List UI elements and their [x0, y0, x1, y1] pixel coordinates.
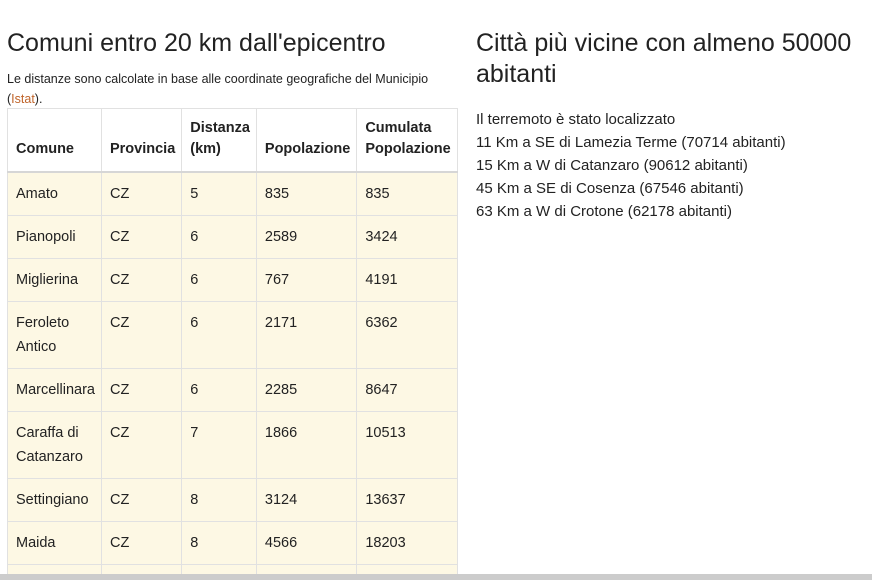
cell-distanza: 5 [181, 171, 257, 216]
cell-comune: Amato [7, 171, 102, 216]
section-title-nearest-cities: Città più vicine con almeno 50000 abitan… [476, 29, 852, 88]
cell-distanza: 6 [181, 215, 257, 259]
list-item: 45 Km a SE di Cosenza (67546 abitanti) [476, 180, 744, 197]
cell-provincia: CZ [100, 478, 183, 522]
cell-distanza: 8 [181, 521, 257, 565]
cell-provincia: CZ [100, 258, 183, 302]
table-row: Miglierina CZ 6 767 4191 [7, 258, 458, 302]
location-intro: Il terremoto è stato localizzato [476, 111, 676, 128]
table-row: Caraffa di Catanzaro CZ 7 1866 10513 [7, 411, 458, 479]
cell-popolazione: 1866 [255, 411, 358, 479]
table-row: Settingiano CZ 8 3124 13637 [7, 478, 458, 522]
cell-distanza: 6 [181, 258, 257, 302]
cell-cumulata: 6362 [356, 301, 458, 369]
table-row: Maida CZ 8 4566 18203 [7, 521, 458, 565]
cell-provincia: CZ [100, 301, 183, 369]
cell-comune: Feroleto Antico [7, 301, 102, 369]
cell-provincia: CZ [100, 368, 183, 412]
istat-link[interactable]: Istat [11, 92, 35, 106]
cell-cumulata: 18203 [356, 521, 458, 565]
column-header-provincia: Provincia [100, 108, 183, 173]
cell-popolazione: 767 [255, 258, 358, 302]
list-item: 15 Km a W di Catanzaro (90612 abitanti) [476, 157, 748, 174]
cell-distanza: 6 [181, 368, 257, 412]
municipalities-section: Comuni entro 20 km dall'epicentro Le dis… [7, 28, 458, 580]
cell-provincia: CZ [100, 215, 183, 259]
cell-comune: Caraffa di Catanzaro [7, 411, 102, 479]
note-text: Le distanze sono calcolate in base alle … [7, 72, 429, 106]
cell-cumulata: 835 [356, 171, 458, 216]
cell-popolazione: 4566 [255, 521, 358, 565]
table-row: Amato CZ 5 835 835 [7, 171, 458, 216]
distance-note: Le distanze sono calcolate in base alle … [7, 69, 447, 109]
cell-popolazione: 835 [255, 171, 358, 216]
cell-popolazione: 2171 [255, 301, 358, 369]
cell-cumulata: 10513 [356, 411, 458, 479]
cell-comune: Marcellinara [7, 368, 102, 412]
column-header-distanza: Distanza (km) [181, 108, 257, 173]
column-header-popolazione: Popolazione [255, 108, 358, 173]
cell-popolazione: 2285 [255, 368, 358, 412]
municipalities-table: Comune Provincia Distanza (km) Popolazio… [7, 108, 458, 580]
cell-provincia: CZ [100, 171, 183, 216]
cell-distanza: 8 [181, 478, 257, 522]
cell-cumulata: 13637 [356, 478, 458, 522]
cell-popolazione: 3124 [255, 478, 358, 522]
cell-distanza: 6 [181, 301, 257, 369]
table-header-row: Comune Provincia Distanza (km) Popolazio… [7, 108, 458, 173]
cell-cumulata: 3424 [356, 215, 458, 259]
cell-comune: Miglierina [7, 258, 102, 302]
cell-distanza: 7 [181, 411, 257, 479]
cell-comune: Maida [7, 521, 102, 565]
list-item: 11 Km a SE di Lamezia Terme (70714 abita… [476, 134, 786, 151]
cell-provincia: CZ [100, 411, 183, 479]
column-header-cumulata: Cumulata Popolazione [356, 108, 458, 173]
cell-comune: Settingiano [7, 478, 102, 522]
column-header-comune: Comune [7, 108, 102, 173]
nearest-cities-list: Il terremoto è stato localizzato 11 Km a… [476, 108, 866, 223]
section-title-municipalities: Comuni entro 20 km dall'epicentro [7, 29, 386, 57]
note-suffix: ). [34, 92, 43, 106]
cell-provincia: CZ [100, 521, 183, 565]
cell-comune: Pianopoli [7, 215, 102, 259]
horizontal-scrollbar[interactable] [0, 574, 872, 580]
table-row: Feroleto Antico CZ 6 2171 6362 [7, 301, 458, 369]
cell-cumulata: 8647 [356, 368, 458, 412]
table-body: Amato CZ 5 835 835 Pianopoli CZ 6 2589 3… [7, 171, 458, 580]
table-row: Marcellinara CZ 6 2285 8647 [7, 368, 458, 412]
table-row: Pianopoli CZ 6 2589 3424 [7, 215, 458, 259]
nearest-cities-section: Città più vicine con almeno 50000 abitan… [476, 28, 866, 223]
page: Comuni entro 20 km dall'epicentro Le dis… [0, 0, 872, 580]
cell-popolazione: 2589 [255, 215, 358, 259]
list-item: 63 Km a W di Crotone (62178 abitanti) [476, 203, 732, 220]
cell-cumulata: 4191 [356, 258, 458, 302]
